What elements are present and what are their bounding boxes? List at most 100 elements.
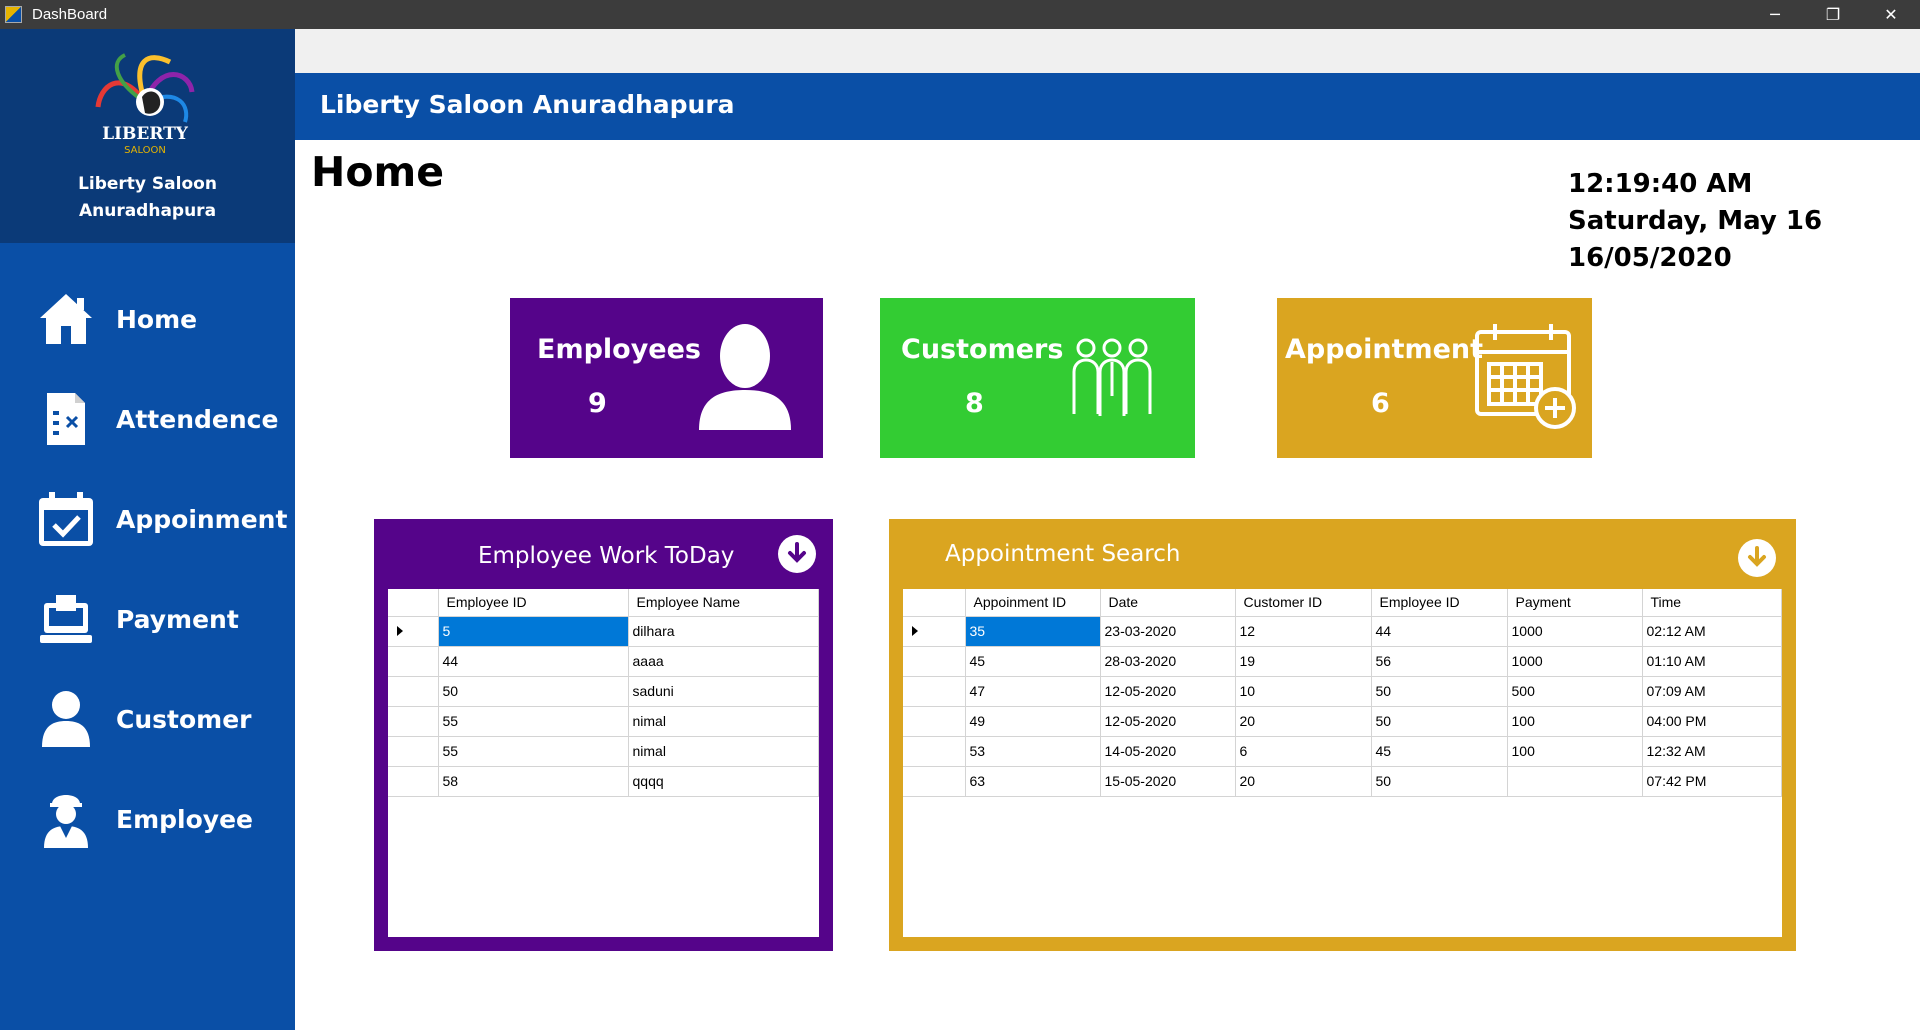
table-cell[interactable]: 19 [1235, 646, 1372, 677]
table-cell[interactable]: 100 [1507, 706, 1643, 737]
table-row[interactable]: 55 nimal [388, 706, 819, 737]
table-cell[interactable]: 56 [1371, 646, 1508, 677]
table-row[interactable]: 45 28-03-2020 19 56 1000 01:10 AM [903, 646, 1782, 677]
table-cell[interactable]: 07:42 PM [1642, 766, 1782, 797]
table-cell[interactable] [1507, 766, 1643, 797]
column-header[interactable]: Employee ID [1371, 589, 1508, 617]
table-cell[interactable]: 50 [1371, 706, 1508, 737]
worker-icon [36, 789, 96, 849]
table-cell[interactable]: 49 [965, 706, 1101, 737]
row-header[interactable] [388, 616, 439, 647]
customers-card[interactable]: Customers 8 [880, 298, 1195, 458]
row-header[interactable] [903, 736, 966, 767]
table-cell[interactable]: 12:32 AM [1642, 736, 1782, 767]
brand-line-2: Anuradhapura [78, 201, 217, 221]
table-cell[interactable]: 02:12 AM [1642, 616, 1782, 647]
table-cell[interactable]: qqqq [628, 766, 819, 797]
table-row[interactable]: 55 nimal [388, 736, 819, 767]
row-header[interactable] [388, 646, 439, 677]
column-header[interactable]: Date [1100, 589, 1236, 617]
row-header[interactable] [903, 706, 966, 737]
table-row[interactable]: 47 12-05-2020 10 50 500 07:09 AM [903, 676, 1782, 707]
table-cell[interactable]: 44 [1371, 616, 1508, 647]
table-cell[interactable]: 53 [965, 736, 1101, 767]
table-cell[interactable]: 10 [1235, 676, 1372, 707]
row-header[interactable] [903, 766, 966, 797]
column-header[interactable]: Customer ID [1235, 589, 1372, 617]
row-header[interactable] [388, 676, 439, 707]
table-row[interactable]: 5 dilhara [388, 616, 819, 647]
table-cell[interactable]: 12-05-2020 [1100, 706, 1236, 737]
table-cell[interactable]: 07:09 AM [1642, 676, 1782, 707]
table-cell[interactable]: 15-05-2020 [1100, 766, 1236, 797]
sidebar-item-payment[interactable]: Payment [0, 569, 295, 669]
employees-card[interactable]: Employees 9 [510, 298, 823, 458]
table-cell[interactable]: 63 [965, 766, 1101, 797]
table-cell[interactable]: 14-05-2020 [1100, 736, 1236, 767]
table-cell[interactable]: 50 [438, 676, 629, 707]
table-cell[interactable]: 28-03-2020 [1100, 646, 1236, 677]
appointment-card[interactable]: Appointment 6 [1277, 298, 1592, 458]
row-header[interactable] [903, 646, 966, 677]
sidebar-item-appoinment[interactable]: Appoinment [0, 469, 295, 569]
column-header[interactable]: Employee ID [438, 589, 629, 617]
table-cell[interactable]: 50 [1371, 766, 1508, 797]
row-header[interactable] [903, 676, 966, 707]
sidebar-item-attendence[interactable]: Attendence [0, 369, 295, 469]
table-cell[interactable]: 23-03-2020 [1100, 616, 1236, 647]
table-cell[interactable]: nimal [628, 706, 819, 737]
table-cell[interactable]: 1000 [1507, 616, 1643, 647]
table-row[interactable]: 44 aaaa [388, 646, 819, 677]
table-cell[interactable]: 5 [438, 616, 629, 647]
table-row[interactable]: 53 14-05-2020 6 45 100 12:32 AM [903, 736, 1782, 767]
download-icon[interactable] [778, 535, 816, 573]
row-header[interactable] [388, 736, 439, 767]
sidebar-item-employee[interactable]: Employee [0, 769, 295, 869]
table-cell[interactable]: 100 [1507, 736, 1643, 767]
column-header[interactable]: Payment [1507, 589, 1643, 617]
table-cell[interactable]: dilhara [628, 616, 819, 647]
table-cell[interactable]: 45 [1371, 736, 1508, 767]
table-cell[interactable]: saduni [628, 676, 819, 707]
row-header[interactable] [388, 766, 439, 797]
table-cell[interactable]: 500 [1507, 676, 1643, 707]
table-row[interactable]: 58 qqqq [388, 766, 819, 797]
row-header[interactable] [388, 706, 439, 737]
column-header[interactable]: Time [1642, 589, 1782, 617]
table-cell[interactable]: 04:00 PM [1642, 706, 1782, 737]
sidebar-item-label: Customer [116, 704, 252, 734]
table-row[interactable]: 49 12-05-2020 20 50 100 04:00 PM [903, 706, 1782, 737]
table-cell[interactable]: 44 [438, 646, 629, 677]
sidebar-nav: Home Attendence Appoinment Payment Custo… [0, 269, 295, 869]
table-cell[interactable]: 6 [1235, 736, 1372, 767]
table-cell[interactable]: 55 [438, 706, 629, 737]
table-cell[interactable]: 01:10 AM [1642, 646, 1782, 677]
minimize-button[interactable]: ─ [1746, 0, 1804, 29]
row-header[interactable] [903, 616, 966, 647]
table-cell[interactable]: 12 [1235, 616, 1372, 647]
table-cell[interactable]: 47 [965, 676, 1101, 707]
table-cell[interactable]: 45 [965, 646, 1101, 677]
table-row[interactable]: 35 23-03-2020 12 44 1000 02:12 AM [903, 616, 1782, 647]
table-row[interactable]: 50 saduni [388, 676, 819, 707]
table-cell[interactable]: 12-05-2020 [1100, 676, 1236, 707]
table-row[interactable]: 63 15-05-2020 20 50 07:42 PM [903, 766, 1782, 797]
table-cell[interactable]: 20 [1235, 706, 1372, 737]
calendar-check-icon [36, 489, 96, 549]
table-cell[interactable]: 58 [438, 766, 629, 797]
window-title: DashBoard [32, 6, 108, 23]
sidebar-item-customer[interactable]: Customer [0, 669, 295, 769]
table-cell[interactable]: 20 [1235, 766, 1372, 797]
maximize-button[interactable]: ❐ [1804, 0, 1862, 29]
table-cell[interactable]: 50 [1371, 676, 1508, 707]
table-cell[interactable]: aaaa [628, 646, 819, 677]
close-button[interactable]: ✕ [1862, 0, 1920, 29]
table-cell[interactable]: 55 [438, 736, 629, 767]
sidebar-item-home[interactable]: Home [0, 269, 295, 369]
table-cell[interactable]: 35 [965, 616, 1101, 647]
column-header[interactable]: Appoinment ID [965, 589, 1101, 617]
table-cell[interactable]: nimal [628, 736, 819, 767]
download-icon[interactable] [1738, 539, 1776, 577]
table-cell[interactable]: 1000 [1507, 646, 1643, 677]
column-header[interactable]: Employee Name [628, 589, 819, 617]
